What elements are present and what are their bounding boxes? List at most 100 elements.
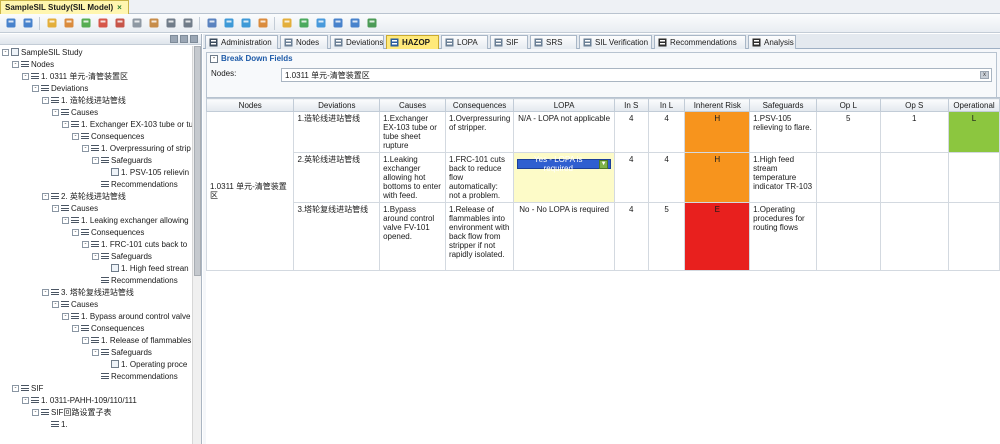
expand-toggle-icon[interactable]: - [12,60,19,68]
tree-node[interactable]: - 1. 造轮线进站管线 [42,94,126,106]
column-header[interactable]: In S [613,98,649,112]
column-header[interactable]: Operational [947,98,1000,112]
tree-scrollbar[interactable] [192,46,201,444]
tree-node[interactable]: - Consequences [72,226,144,238]
consequence-cell[interactable]: 1.FRC-101 cuts back to reduce flow autom… [444,152,515,203]
tab-srs[interactable]: SRS [530,35,577,49]
lopa-cell[interactable]: N/A - LOPA not applicable [513,111,615,153]
dropdown-icon[interactable] [347,16,362,31]
tree-node[interactable]: - 2. 英轮线进站管线 [42,190,126,202]
expand-toggle-icon[interactable]: - [62,120,69,128]
tree-node[interactable]: - SIF [12,382,43,394]
tree-node[interactable]: 1. Operating proce [102,358,187,370]
tab-recommendations[interactable]: Recommendations [654,35,746,49]
paste-icon[interactable] [146,16,161,31]
in-s-cell[interactable]: 4 [613,202,649,271]
import-icon[interactable] [204,16,219,31]
expand-toggle-icon[interactable]: - [42,96,49,104]
tree-node[interactable]: - Safeguards [92,250,152,262]
break-down-fields-header[interactable]: - Break Down Fields [207,53,996,64]
safeguard-cell[interactable]: 1.High feed stream temperature indicator… [749,152,817,203]
tab-administration[interactable]: Administration [205,35,278,49]
column-header[interactable]: Consequences [444,98,515,112]
table-row[interactable]: 2.英轮线进站管线 1.Leaking exchanger allowing ho… [207,152,1000,203]
document-tab[interactable]: SampleSIL Study(SIL Model) × [0,0,129,14]
expand-toggle-icon[interactable]: - [22,396,29,404]
expand-toggle-icon[interactable]: - [42,192,49,200]
tree-node[interactable]: - Safeguards [92,346,152,358]
tab-analysis[interactable]: Analysis [748,35,796,49]
save-icon[interactable] [3,16,18,31]
cause-cell[interactable]: 1.Exchanger EX-103 tube or tube sheet ru… [379,111,446,153]
close-icon[interactable]: × [117,3,122,12]
column-header[interactable]: Op L [815,98,881,112]
tree-node[interactable]: - Causes [52,106,98,118]
tree-node[interactable]: - Causes [52,202,98,214]
expand-toggle-icon[interactable]: - [52,108,59,116]
operational-risk-cell[interactable] [947,202,1000,271]
save-all-icon[interactable] [20,16,35,31]
inherent-risk-cell[interactable]: H [684,111,751,153]
tree-node[interactable]: - Consequences [72,130,144,142]
tab-sif[interactable]: SIF [490,35,528,49]
table-row[interactable]: 3.塔轮复线进站管线 1.Bypass around control valve … [207,202,1000,271]
column-header[interactable]: Causes [379,98,446,112]
lopa-cell[interactable]: Yes - LOPA is required ▼ [513,152,615,203]
deviation-cell[interactable]: 1.造轮线进站管线 [293,111,381,153]
excel-icon[interactable] [364,16,379,31]
column-header[interactable]: Inherent Risk [684,98,751,112]
tree-node[interactable]: 1. [42,418,68,430]
tree-node[interactable]: - 1. 0311 单元-清管装置区 [22,70,128,82]
deviation-cell[interactable]: 3.塔轮复线进站管线 [293,202,381,271]
tree-node[interactable]: 1. High feed strean [102,262,189,274]
tree-node[interactable]: - SIF回路设置子表 [32,406,111,418]
export-icon[interactable] [255,16,270,31]
sync-icon[interactable] [330,16,345,31]
expand-toggle-icon[interactable]: - [32,408,39,416]
safeguard-cell[interactable]: 1.PSV-105 relieving to flare. [749,111,817,153]
tree-node[interactable]: - SampleSIL Study [2,46,83,58]
tab-deviations[interactable]: Deviations [330,35,384,49]
expand-toggle-icon[interactable]: - [62,216,69,224]
expand-toggle-icon[interactable]: - [2,48,9,56]
collapse-icon[interactable]: - [210,54,218,63]
expand-toggle-icon[interactable]: - [12,384,19,392]
expand-toggle-icon[interactable]: - [82,336,89,344]
move-up-icon[interactable] [163,16,178,31]
tools-icon[interactable] [279,16,294,31]
collapse-all-icon[interactable] [170,35,178,43]
in-s-cell[interactable]: 4 [613,111,649,153]
column-header[interactable]: Op S [879,98,949,112]
add-icon[interactable] [78,16,93,31]
tree-node[interactable]: 1. PSV-105 relievin [102,166,189,178]
new-doc-icon[interactable] [44,16,59,31]
tree-node[interactable]: Recommendations [92,370,178,382]
move-down-icon[interactable] [180,16,195,31]
cause-cell[interactable]: 1.Leaking exchanger allowing hot bottoms… [379,152,446,203]
window-icon[interactable] [238,16,253,31]
expand-toggle-icon[interactable]: - [62,312,69,320]
tab-nodes[interactable]: Nodes [280,35,328,49]
tree-node[interactable]: - 1. Exchanger EX-103 tube or tu [62,118,193,130]
tree-node[interactable]: Recommendations [92,274,178,286]
tree-node[interactable]: - 1. FRC-101 cuts back to [82,238,187,250]
tree-node[interactable]: - 1. 0311-PAHH-109/110/111 [22,394,137,406]
tree-node[interactable]: - 1. Leaking exchanger allowing [62,214,189,226]
deviation-cell[interactable]: 2.英轮线进站管线 [293,152,381,203]
tree-scrollbar-thumb[interactable] [194,46,201,276]
tree-node[interactable]: - 1. Bypass around control valve [62,310,190,322]
refresh-icon[interactable] [313,16,328,31]
column-header[interactable]: Safeguards [749,98,817,112]
op-l-cell[interactable] [815,152,881,203]
cause-cell[interactable]: 1.Bypass around control valve FV-101 ope… [379,202,446,271]
inherent-risk-cell[interactable]: E [684,202,751,271]
expand-toggle-icon[interactable]: - [42,288,49,296]
pin-icon[interactable] [190,35,198,43]
expand-toggle-icon[interactable]: - [92,252,99,260]
tree-node[interactable]: - 1. Release of flammables [82,334,191,346]
expand-toggle-icon[interactable]: - [92,156,99,164]
in-s-cell[interactable]: 4 [613,152,649,203]
in-l-cell[interactable]: 5 [647,202,686,271]
op-s-cell[interactable] [879,152,949,203]
column-header[interactable]: Nodes [206,98,295,112]
